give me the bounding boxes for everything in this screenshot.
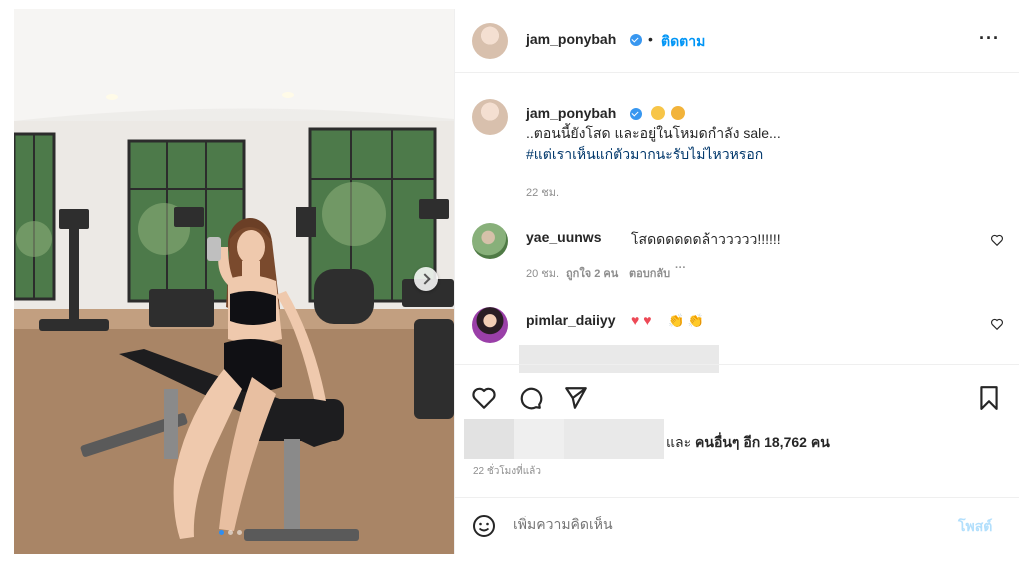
carousel-indicator (219, 530, 242, 535)
comment-input[interactable] (513, 516, 893, 532)
carousel-dot-active (219, 530, 224, 535)
header-separator: • (648, 31, 653, 47)
likes-count[interactable]: และ คนอื่นๆ อีก 18,762 คน (666, 432, 830, 454)
share-icon[interactable] (563, 385, 589, 411)
comment-like-icon[interactable] (990, 233, 1004, 247)
redacted-liker-name (564, 419, 664, 459)
emoji-icon (671, 106, 685, 120)
instagram-post-modal: jam_ponybah • ติดตาม ··· jam_ponybah ..ต… (14, 9, 1019, 554)
post-photo[interactable] (14, 9, 454, 554)
post-header: jam_ponybah • ติดตาม ··· (455, 9, 1019, 73)
follow-button[interactable]: ติดตาม (661, 31, 705, 53)
post-time-ago[interactable]: 22 ชั่วโมงที่แล้ว (473, 464, 541, 479)
caption-author-avatar[interactable] (472, 99, 508, 135)
verified-icon (630, 108, 642, 120)
heart-icon[interactable] (471, 385, 497, 411)
action-bar (455, 364, 1019, 412)
author-avatar[interactable] (472, 23, 508, 59)
comment-more-icon[interactable]: ··· (675, 262, 686, 274)
comment-icon[interactable] (517, 385, 543, 411)
comment-like-icon[interactable] (990, 317, 1004, 331)
reply-button[interactable]: ตอบกลับ (629, 264, 670, 282)
comment-author[interactable]: pimlar_daiiyy (526, 312, 616, 328)
post-comment-button[interactable]: โพสต์ (958, 516, 992, 538)
caption-hashtag[interactable]: #แต่เราเห็นแก่ตัวมากนะรับไม่ไหวหรอก (526, 145, 763, 164)
redacted-liker-avatar (464, 419, 514, 459)
caption-text: ..ตอนนี้ยังโสด และอยู่ในโหมดกำลัง sale..… (526, 125, 781, 141)
comment-timestamp[interactable]: 20 ชม. (526, 264, 559, 282)
verified-icon (630, 34, 642, 46)
clap-emoji: 👏 👏 (668, 313, 704, 328)
emoji-icon (651, 106, 665, 120)
author-username[interactable]: jam_ponybah (526, 31, 616, 47)
emoji-picker-icon[interactable] (472, 514, 496, 538)
post-details-panel: jam_ponybah • ติดตาม ··· jam_ponybah ..ต… (454, 9, 1019, 554)
likes-others[interactable]: คนอื่นๆ อีก 18,762 คน (695, 434, 830, 450)
bookmark-icon[interactable] (976, 385, 1002, 411)
caption-author-username[interactable]: jam_ponybah (526, 105, 616, 121)
next-image-button[interactable] (414, 267, 438, 291)
likes-prefix: และ (666, 434, 692, 450)
carousel-dot (237, 530, 242, 535)
more-options-icon[interactable]: ··· (979, 28, 1000, 49)
commenter-avatar[interactable] (472, 223, 508, 259)
gym-scene-illustration (14, 9, 454, 554)
caption-timestamp[interactable]: 22 ชม. (526, 183, 559, 201)
commenter-avatar[interactable] (472, 307, 508, 343)
comment-text: โสดดดดดดล้าววววว!!!!!! (631, 231, 781, 247)
red-heart-emoji: ♥ ♥ (631, 312, 652, 328)
comment-composer: โพสต์ (455, 497, 1019, 554)
comment-author[interactable]: yae_uunws (526, 229, 601, 245)
redacted-liker-avatar (514, 419, 564, 459)
comment-like-count[interactable]: ถูกใจ 2 คน (566, 264, 618, 282)
carousel-dot (228, 530, 233, 535)
